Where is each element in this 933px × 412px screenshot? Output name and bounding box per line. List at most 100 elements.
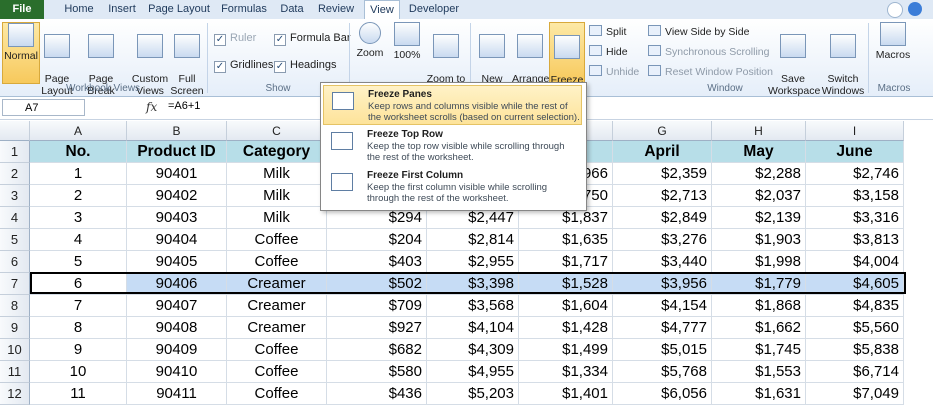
view-side-by-side-button[interactable]: View Side by Side <box>648 25 749 38</box>
formula-bar-checkbox[interactable]: ✓ Formula Bar <box>274 32 351 46</box>
data-cell[interactable]: $1,499 <box>519 339 613 361</box>
tab-review[interactable]: Review <box>314 0 358 19</box>
row-header[interactable]: 7 <box>0 273 30 295</box>
column-header-g[interactable]: G <box>613 121 712 141</box>
page-layout-view-button[interactable]: Page Layout <box>41 22 73 109</box>
macros-button[interactable]: Macros <box>873 22 913 61</box>
data-cell[interactable]: 90406 <box>127 273 227 295</box>
data-cell[interactable]: $403 <box>327 251 427 273</box>
data-cell[interactable]: $2,955 <box>427 251 519 273</box>
data-cell[interactable]: $4,309 <box>427 339 519 361</box>
data-cell[interactable]: $6,056 <box>613 383 712 405</box>
data-cell[interactable]: $1,528 <box>519 273 613 295</box>
data-cell[interactable]: $3,316 <box>806 207 904 229</box>
data-cell[interactable]: 2 <box>30 185 127 207</box>
data-cell[interactable]: $4,835 <box>806 295 904 317</box>
data-cell[interactable]: 90409 <box>127 339 227 361</box>
data-cell[interactable]: 10 <box>30 361 127 383</box>
column-header-b[interactable]: B <box>127 121 227 141</box>
help-icon[interactable] <box>908 2 922 16</box>
row-header[interactable]: 6 <box>0 251 30 273</box>
row-header[interactable]: 10 <box>0 339 30 361</box>
data-cell[interactable]: $204 <box>327 229 427 251</box>
data-cell[interactable]: 90408 <box>127 317 227 339</box>
data-cell[interactable]: $1,903 <box>712 229 806 251</box>
data-cell[interactable]: $1,779 <box>712 273 806 295</box>
switch-windows-button[interactable]: Switch Windows <box>820 22 866 109</box>
header-cell[interactable]: Category <box>227 141 327 163</box>
data-cell[interactable]: 90405 <box>127 251 227 273</box>
data-cell[interactable]: $1,745 <box>712 339 806 361</box>
data-cell[interactable]: $2,746 <box>806 163 904 185</box>
zoom-button[interactable]: Zoom <box>354 22 386 59</box>
freeze-first-column-menu-item[interactable]: Freeze First Column Keep the first colum… <box>323 167 582 207</box>
data-cell[interactable]: $4,154 <box>613 295 712 317</box>
data-cell[interactable]: $709 <box>327 295 427 317</box>
data-cell[interactable]: $1,428 <box>519 317 613 339</box>
unhide-button[interactable]: Unhide <box>589 65 639 78</box>
row-header[interactable]: 11 <box>0 361 30 383</box>
data-cell[interactable]: $2,139 <box>712 207 806 229</box>
data-cell[interactable]: Milk <box>227 207 327 229</box>
row-header[interactable]: 3 <box>0 185 30 207</box>
data-cell[interactable]: 1 <box>30 163 127 185</box>
tab-home[interactable]: Home <box>60 0 98 19</box>
data-cell[interactable]: $3,568 <box>427 295 519 317</box>
data-cell[interactable]: $3,158 <box>806 185 904 207</box>
data-cell[interactable]: $2,713 <box>613 185 712 207</box>
tab-file[interactable]: File <box>0 0 44 19</box>
reset-window-position-button[interactable]: Reset Window Position <box>648 65 773 78</box>
data-cell[interactable]: 90404 <box>127 229 227 251</box>
data-cell[interactable]: Creamer <box>227 317 327 339</box>
data-cell[interactable]: $3,440 <box>613 251 712 273</box>
data-cell[interactable]: $5,560 <box>806 317 904 339</box>
data-cell[interactable]: $3,398 <box>427 273 519 295</box>
row-header[interactable]: 1 <box>0 141 30 163</box>
select-all-corner[interactable] <box>0 121 30 141</box>
data-cell[interactable]: $927 <box>327 317 427 339</box>
header-cell[interactable]: No. <box>30 141 127 163</box>
gridlines-checkbox[interactable]: ✓ Gridlines <box>214 59 273 73</box>
data-cell[interactable]: Coffee <box>227 229 327 251</box>
data-cell[interactable]: $7,049 <box>806 383 904 405</box>
data-cell[interactable]: 90410 <box>127 361 227 383</box>
data-cell[interactable]: 9 <box>30 339 127 361</box>
data-cell[interactable]: $5,838 <box>806 339 904 361</box>
save-workspace-button[interactable]: Save Workspace <box>768 22 820 109</box>
data-cell[interactable]: Milk <box>227 185 327 207</box>
data-cell[interactable]: Coffee <box>227 383 327 405</box>
data-cell[interactable]: $2,288 <box>712 163 806 185</box>
data-cell[interactable]: $1,635 <box>519 229 613 251</box>
column-header-h[interactable]: H <box>712 121 806 141</box>
data-cell[interactable]: $580 <box>327 361 427 383</box>
freeze-panes-menu-item[interactable]: Freeze Panes Keep rows and columns visib… <box>323 85 582 125</box>
row-header[interactable]: 2 <box>0 163 30 185</box>
row-header[interactable]: 12 <box>0 383 30 405</box>
data-cell[interactable]: $1,334 <box>519 361 613 383</box>
data-cell[interactable]: $2,359 <box>613 163 712 185</box>
data-cell[interactable]: $4,955 <box>427 361 519 383</box>
data-cell[interactable]: 8 <box>30 317 127 339</box>
data-cell[interactable]: $1,998 <box>712 251 806 273</box>
data-cell[interactable]: 90407 <box>127 295 227 317</box>
data-cell[interactable]: $4,605 <box>806 273 904 295</box>
header-cell[interactable]: June <box>806 141 904 163</box>
data-cell[interactable]: $436 <box>327 383 427 405</box>
row-header[interactable]: 8 <box>0 295 30 317</box>
data-cell[interactable]: $502 <box>327 273 427 295</box>
data-cell[interactable]: $1,868 <box>712 295 806 317</box>
zoom-100-button[interactable]: 100% <box>390 22 424 61</box>
ruler-checkbox[interactable]: ✓ Ruler <box>214 32 256 46</box>
data-cell[interactable]: Milk <box>227 163 327 185</box>
full-screen-button[interactable]: Full Screen <box>170 22 204 109</box>
tab-page-layout[interactable]: Page Layout <box>146 0 212 19</box>
data-cell[interactable]: $3,956 <box>613 273 712 295</box>
data-cell[interactable]: 11 <box>30 383 127 405</box>
split-button[interactable]: Split <box>589 25 626 38</box>
data-cell[interactable]: $1,401 <box>519 383 613 405</box>
tab-insert[interactable]: Insert <box>104 0 140 19</box>
name-box[interactable]: A7 <box>2 99 85 116</box>
data-cell[interactable]: 7 <box>30 295 127 317</box>
data-cell[interactable]: $1,662 <box>712 317 806 339</box>
data-cell[interactable]: Coffee <box>227 361 327 383</box>
